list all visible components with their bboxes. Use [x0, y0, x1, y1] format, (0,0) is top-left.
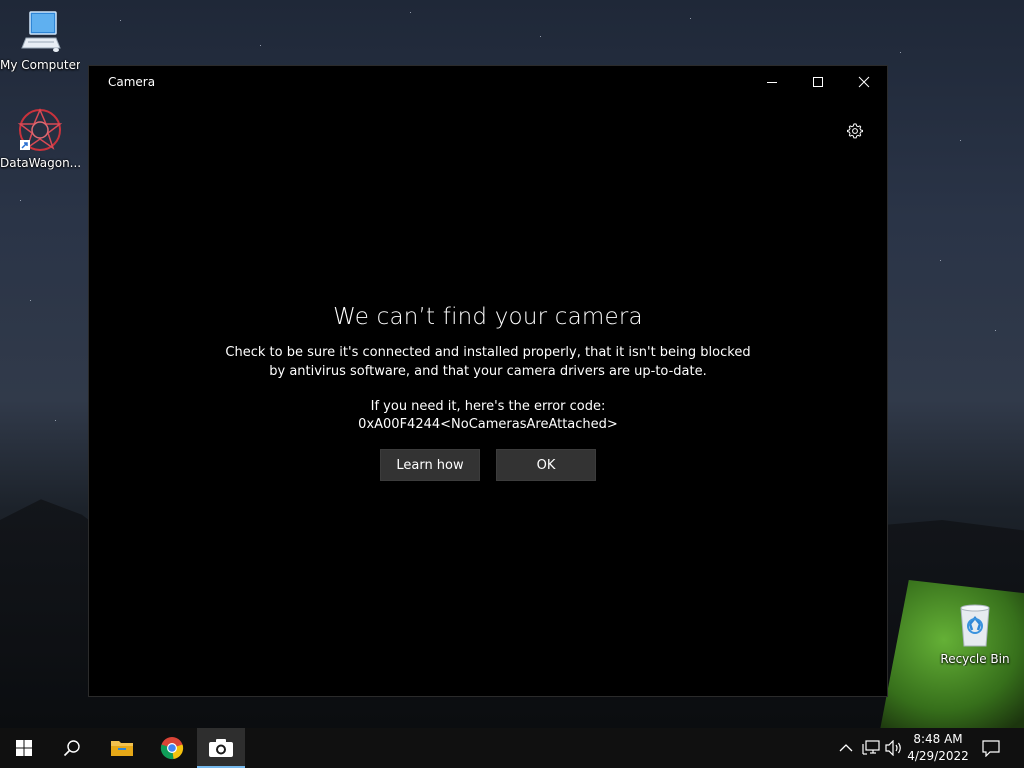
action-center-icon	[982, 740, 1000, 757]
network-button[interactable]	[861, 738, 881, 758]
desktop-icon-datawagon[interactable]: DataWagon...	[0, 106, 80, 170]
desktop-icon-recycle-bin[interactable]: Recycle Bin	[935, 602, 1015, 666]
title-bar[interactable]: Camera	[89, 66, 887, 98]
taskbar: 8:48 AM 4/29/2022	[0, 728, 1024, 768]
clock-time: 8:48 AM	[913, 732, 963, 746]
file-explorer-button[interactable]	[98, 728, 146, 768]
action-center-button[interactable]	[981, 738, 1001, 758]
camera-app-icon	[209, 739, 233, 757]
chrome-button[interactable]	[148, 728, 196, 768]
error-description-line: by antivirus software, and that your cam…	[269, 364, 707, 379]
search-icon	[63, 740, 80, 757]
settings-button[interactable]	[843, 119, 867, 143]
network-icon	[862, 740, 880, 755]
recycle-bin-icon	[951, 602, 999, 650]
clock-date: 4/29/2022	[907, 749, 969, 763]
taskbar-clock[interactable]: 8:48 AM 4/29/2022	[906, 731, 970, 765]
desktop-icon-label: Recycle Bin	[940, 652, 1010, 666]
ok-button[interactable]: OK	[496, 449, 596, 481]
chevron-up-icon	[839, 744, 853, 752]
minimize-button[interactable]	[749, 66, 795, 98]
file-explorer-icon	[111, 741, 133, 756]
volume-icon	[885, 740, 901, 756]
camera-error-panel: We can’t find your camera Check to be su…	[89, 304, 887, 481]
maximize-button[interactable]	[795, 66, 841, 98]
windows-start-icon	[16, 740, 32, 756]
minimize-icon	[767, 82, 777, 83]
desktop-icon-my-computer[interactable]: My Computer	[0, 8, 80, 72]
error-title: We can’t find your camera	[333, 304, 643, 330]
maximize-icon	[813, 77, 823, 87]
error-code: 0xA00F4244<NoCamerasAreAttached>	[358, 417, 618, 432]
computer-icon	[16, 8, 64, 56]
error-code-intro: If you need it, here's the error code:	[370, 399, 606, 414]
camera-taskbar-button[interactable]	[197, 728, 245, 768]
search-button[interactable]	[48, 728, 96, 768]
error-description-line: Check to be sure it's connected and inst…	[225, 345, 751, 360]
show-hidden-icons-button[interactable]	[836, 738, 856, 758]
error-actions: Learn how OK	[89, 449, 887, 481]
desktop-icon-label: My Computer	[0, 58, 80, 72]
datawagon-app-icon	[16, 106, 64, 154]
volume-button[interactable]	[884, 738, 904, 758]
desktop-icon-label: DataWagon...	[0, 156, 80, 170]
camera-app-window: Camera We can’t find your camera Check t…	[88, 65, 888, 697]
start-button[interactable]	[0, 728, 48, 768]
learn-how-button[interactable]: Learn how	[380, 449, 480, 481]
window-title: Camera	[108, 75, 156, 89]
close-icon	[858, 76, 870, 88]
error-description: Check to be sure it's connected and inst…	[89, 343, 887, 381]
close-button[interactable]	[841, 66, 887, 98]
gear-icon	[847, 123, 863, 139]
error-code-block: If you need it, here's the error code: 0…	[89, 398, 887, 434]
chrome-icon	[160, 737, 184, 760]
